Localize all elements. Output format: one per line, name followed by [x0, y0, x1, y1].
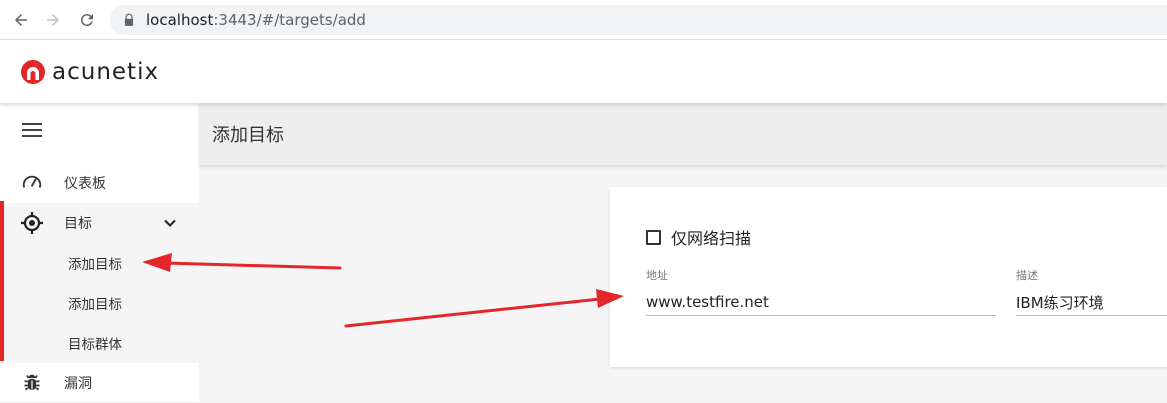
bug-icon	[20, 371, 44, 395]
sidebar-item-label: 仪表板	[64, 176, 106, 192]
forward-button[interactable]	[38, 5, 68, 35]
hamburger-menu-icon[interactable]	[22, 123, 42, 139]
sidebar-subitem-add-target-active[interactable]: 添加目标	[0, 243, 199, 283]
logo-text: acunetix	[52, 58, 160, 85]
sidebar-subitem-target-groups[interactable]: 目标群体	[0, 323, 199, 363]
add-target-form-card: 仅网络扫描 地址 描述	[610, 187, 1167, 367]
page-title-bar: 添加目标	[199, 103, 1167, 165]
checkbox-label: 仅网络扫描	[671, 229, 752, 248]
sidebar-subitem-add-target[interactable]: 添加目标	[0, 283, 199, 323]
address-label: 地址	[646, 269, 668, 282]
description-input[interactable]	[1016, 291, 1167, 313]
arrow-right-icon	[47, 13, 59, 26]
gauge-icon	[20, 171, 44, 195]
sidebar-item-label: 目标	[64, 216, 92, 232]
network-only-scan-option[interactable]: 仅网络扫描	[646, 225, 751, 249]
network-only-scan-checkbox[interactable]	[646, 229, 661, 245]
description-label: 描述	[1016, 269, 1038, 282]
active-section-indicator	[0, 201, 4, 361]
acunetix-logo-icon	[20, 59, 45, 84]
sidebar-item-label: 漏洞	[64, 376, 92, 392]
address-underline	[646, 315, 996, 316]
sidebar: 仪表板 目标 添加目标 添加目标 目标群体 漏洞	[0, 103, 199, 402]
address-field: 地址	[646, 267, 996, 316]
chevron-down-icon[interactable]	[163, 216, 177, 230]
lock-icon	[124, 13, 134, 26]
back-button[interactable]	[6, 5, 36, 35]
arrow-left-icon	[15, 13, 27, 26]
sidebar-subitem-label: 目标群体	[68, 337, 122, 353]
url-path: :3443/#/targets/add	[213, 11, 366, 29]
sidebar-item-targets[interactable]: 目标	[0, 203, 199, 243]
page-title: 添加目标	[212, 125, 284, 146]
description-underline	[1016, 315, 1167, 316]
reload-icon	[80, 13, 93, 26]
sidebar-subitem-label: 添加目标	[68, 257, 122, 273]
browser-toolbar: localhost:3443/#/targets/add	[0, 0, 1167, 40]
sidebar-item-vulnerabilities[interactable]: 漏洞	[0, 363, 199, 403]
address-bar[interactable]: localhost:3443/#/targets/add	[110, 5, 1167, 35]
url-host: localhost	[146, 11, 214, 29]
crosshair-icon	[20, 211, 44, 235]
app-header: acunetix	[0, 40, 1167, 103]
reload-button[interactable]	[72, 5, 102, 35]
address-input[interactable]	[646, 291, 996, 313]
description-field: 描述	[1016, 267, 1167, 316]
annotation-arrow-right	[344, 289, 624, 328]
sidebar-item-dashboard[interactable]: 仪表板	[0, 163, 199, 203]
sidebar-subitem-label: 添加目标	[68, 297, 122, 313]
